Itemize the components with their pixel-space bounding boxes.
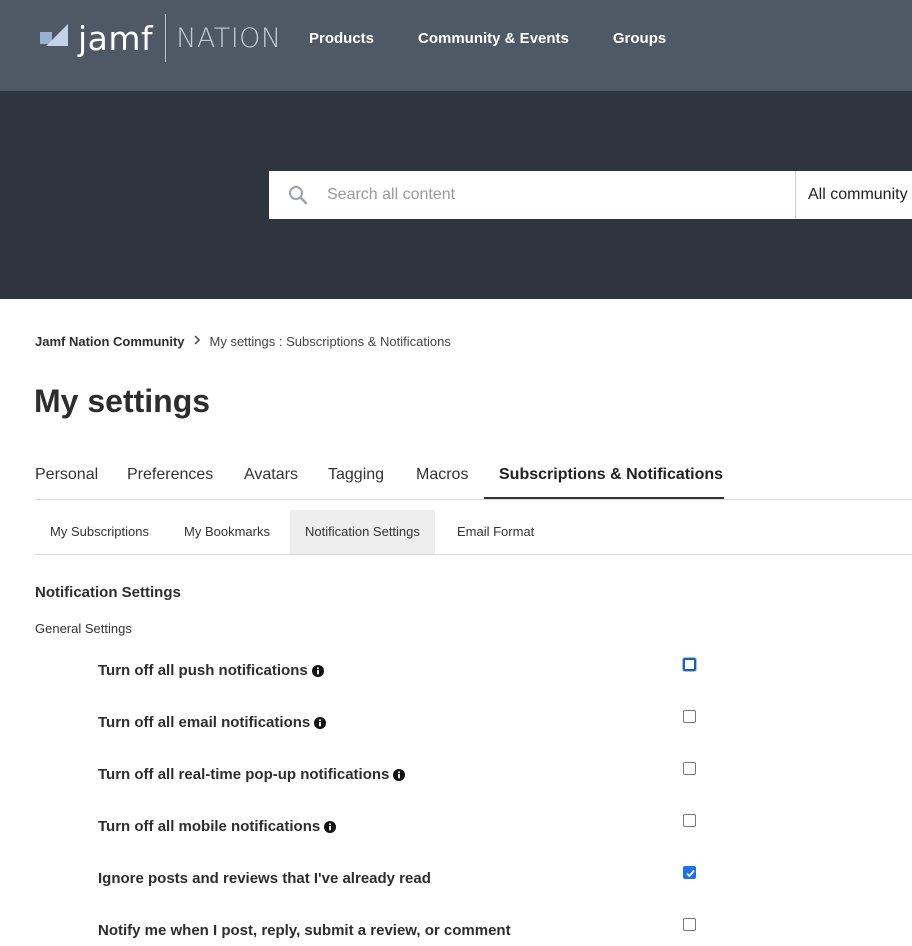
setting-row-push: Turn off all push notifications — [98, 658, 698, 682]
subtab-my-bookmarks[interactable]: My Bookmarks — [169, 510, 285, 554]
setting-label: Turn off all email notifications — [98, 714, 327, 731]
notify-own-posts-checkbox[interactable] — [683, 918, 696, 931]
info-icon[interactable] — [324, 820, 337, 833]
popup-notifications-checkbox[interactable] — [683, 762, 696, 775]
setting-label: Ignore posts and reviews that I've alrea… — [98, 870, 431, 887]
logo-nation-text: NATION — [176, 22, 282, 54]
subtab-my-subscriptions[interactable]: My Subscriptions — [35, 510, 164, 554]
nav-community-events[interactable]: Community & Events — [418, 30, 569, 47]
search-bar: All community — [269, 171, 912, 219]
setting-label-text: Turn off all mobile notifications — [98, 818, 321, 835]
breadcrumb-current: My settings : Subscriptions & Notificati… — [209, 334, 451, 349]
tab-personal[interactable]: Personal — [35, 466, 98, 484]
setting-row-popup: Turn off all real-time pop-up notificati… — [98, 762, 698, 786]
ignore-read-checkbox[interactable] — [683, 866, 696, 879]
top-navigation: jamf NATION Products Community & Events … — [0, 0, 912, 91]
setting-label-text: Ignore posts and reviews that I've alrea… — [98, 870, 431, 887]
main-nav: Products Community & Events Groups — [309, 30, 666, 47]
logo-jamf-text: jamf — [78, 18, 154, 58]
subtab-email-format[interactable]: Email Format — [442, 510, 549, 554]
push-notifications-checkbox[interactable] — [683, 658, 696, 671]
section-subtitle: General Settings — [35, 621, 132, 636]
tab-tagging[interactable]: Tagging — [328, 466, 384, 484]
nav-products[interactable]: Products — [309, 30, 374, 47]
tab-subscriptions-notifications[interactable]: Subscriptions & Notifications — [499, 466, 723, 484]
info-icon[interactable] — [393, 768, 406, 781]
tab-macros[interactable]: Macros — [416, 466, 468, 484]
setting-label-text: Turn off all push notifications — [98, 662, 308, 679]
search-icon — [269, 185, 327, 205]
setting-label: Turn off all push notifications — [98, 662, 324, 679]
setting-row-notify-own-posts: Notify me when I post, reply, submit a r… — [98, 918, 698, 942]
subtab-notification-settings[interactable]: Notification Settings — [290, 510, 435, 554]
info-icon[interactable] — [311, 664, 324, 677]
setting-label-text: Turn off all email notifications — [98, 714, 311, 731]
search-input[interactable] — [327, 172, 795, 218]
tab-avatars[interactable]: Avatars — [244, 466, 298, 484]
mobile-notifications-checkbox[interactable] — [683, 814, 696, 827]
chevron-right-icon — [193, 335, 201, 348]
settings-tabs: Personal Preferences Avatars Tagging Mac… — [35, 452, 912, 500]
breadcrumb-home-link[interactable]: Jamf Nation Community — [35, 334, 185, 349]
page-title: My settings — [34, 383, 211, 419]
setting-row-ignore-read: Ignore posts and reviews that I've alrea… — [98, 866, 698, 890]
active-tab-indicator — [484, 497, 724, 499]
email-notifications-checkbox[interactable] — [683, 710, 696, 723]
setting-label: Notify me when I post, reply, submit a r… — [98, 922, 511, 939]
setting-label-text: Turn off all real-time pop-up notificati… — [98, 766, 390, 783]
logo-divider — [165, 14, 167, 62]
tab-preferences[interactable]: Preferences — [127, 466, 213, 484]
search-scope-select[interactable]: All community — [795, 171, 912, 219]
checkmark-icon — [686, 869, 695, 878]
jamf-nation-logo[interactable]: jamf NATION — [40, 14, 282, 62]
breadcrumb: Jamf Nation Community My settings : Subs… — [35, 334, 451, 349]
subscription-subtabs: My Subscriptions My Bookmarks Notificati… — [35, 510, 912, 555]
section-title: Notification Settings — [35, 584, 181, 601]
setting-label: Turn off all mobile notifications — [98, 818, 337, 835]
setting-row-mobile: Turn off all mobile notifications — [98, 814, 698, 838]
hero-banner: All community — [0, 91, 912, 299]
setting-row-email: Turn off all email notifications — [98, 710, 698, 734]
info-icon[interactable] — [314, 716, 327, 729]
jamf-logo-mark-icon — [40, 24, 70, 52]
setting-label-text: Notify me when I post, reply, submit a r… — [98, 922, 511, 939]
nav-groups[interactable]: Groups — [613, 30, 666, 47]
setting-label: Turn off all real-time pop-up notificati… — [98, 766, 406, 783]
